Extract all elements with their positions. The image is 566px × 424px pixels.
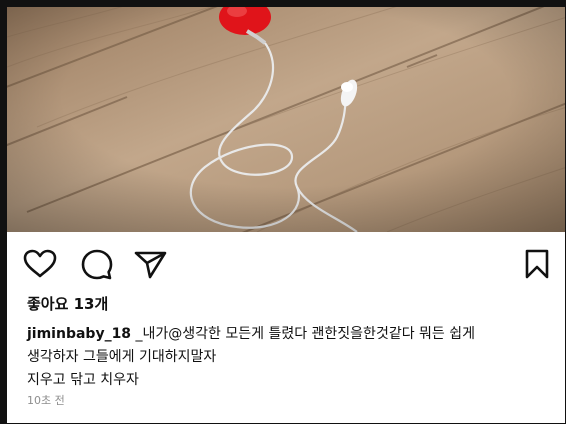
caption-text-1: _내가@생각한 모든게 틀렸다 괜한짓을한것같다 뭐든 쉽게 [131, 326, 476, 342]
paper-plane-icon[interactable] [134, 250, 168, 280]
bookmark-icon[interactable] [525, 249, 549, 279]
caption-line-2: 생각하자 그들에게 기대하지말자 [27, 349, 217, 365]
floor-earphones-photo [7, 7, 565, 232]
post-caption: jiminbaby_18 _내가@생각한 모든게 틀렸다 괜한짓을한것같다 뭐든… [27, 323, 557, 392]
speech-bubble-icon[interactable] [81, 249, 113, 280]
username-link[interactable]: jiminbaby_18 [27, 326, 131, 342]
post-image[interactable] [7, 7, 565, 232]
likes-count[interactable]: 좋아요 13개 [27, 293, 108, 314]
caption-line-3: 지우고 닦고 치우자 [27, 372, 139, 388]
post-timestamp: 10초 전 [27, 394, 65, 407]
heart-outline-icon[interactable] [23, 249, 57, 279]
caption-line-1: jiminbaby_18 _내가@생각한 모든게 틀렸다 괜한짓을한것같다 뭐든… [27, 323, 557, 346]
post-panel: 좋아요 13개 jiminbaby_18 _내가@생각한 모든게 틀렸다 괜한짓… [7, 232, 565, 423]
post-frame: 좋아요 13개 jiminbaby_18 _내가@생각한 모든게 틀렸다 괜한짓… [0, 0, 566, 424]
